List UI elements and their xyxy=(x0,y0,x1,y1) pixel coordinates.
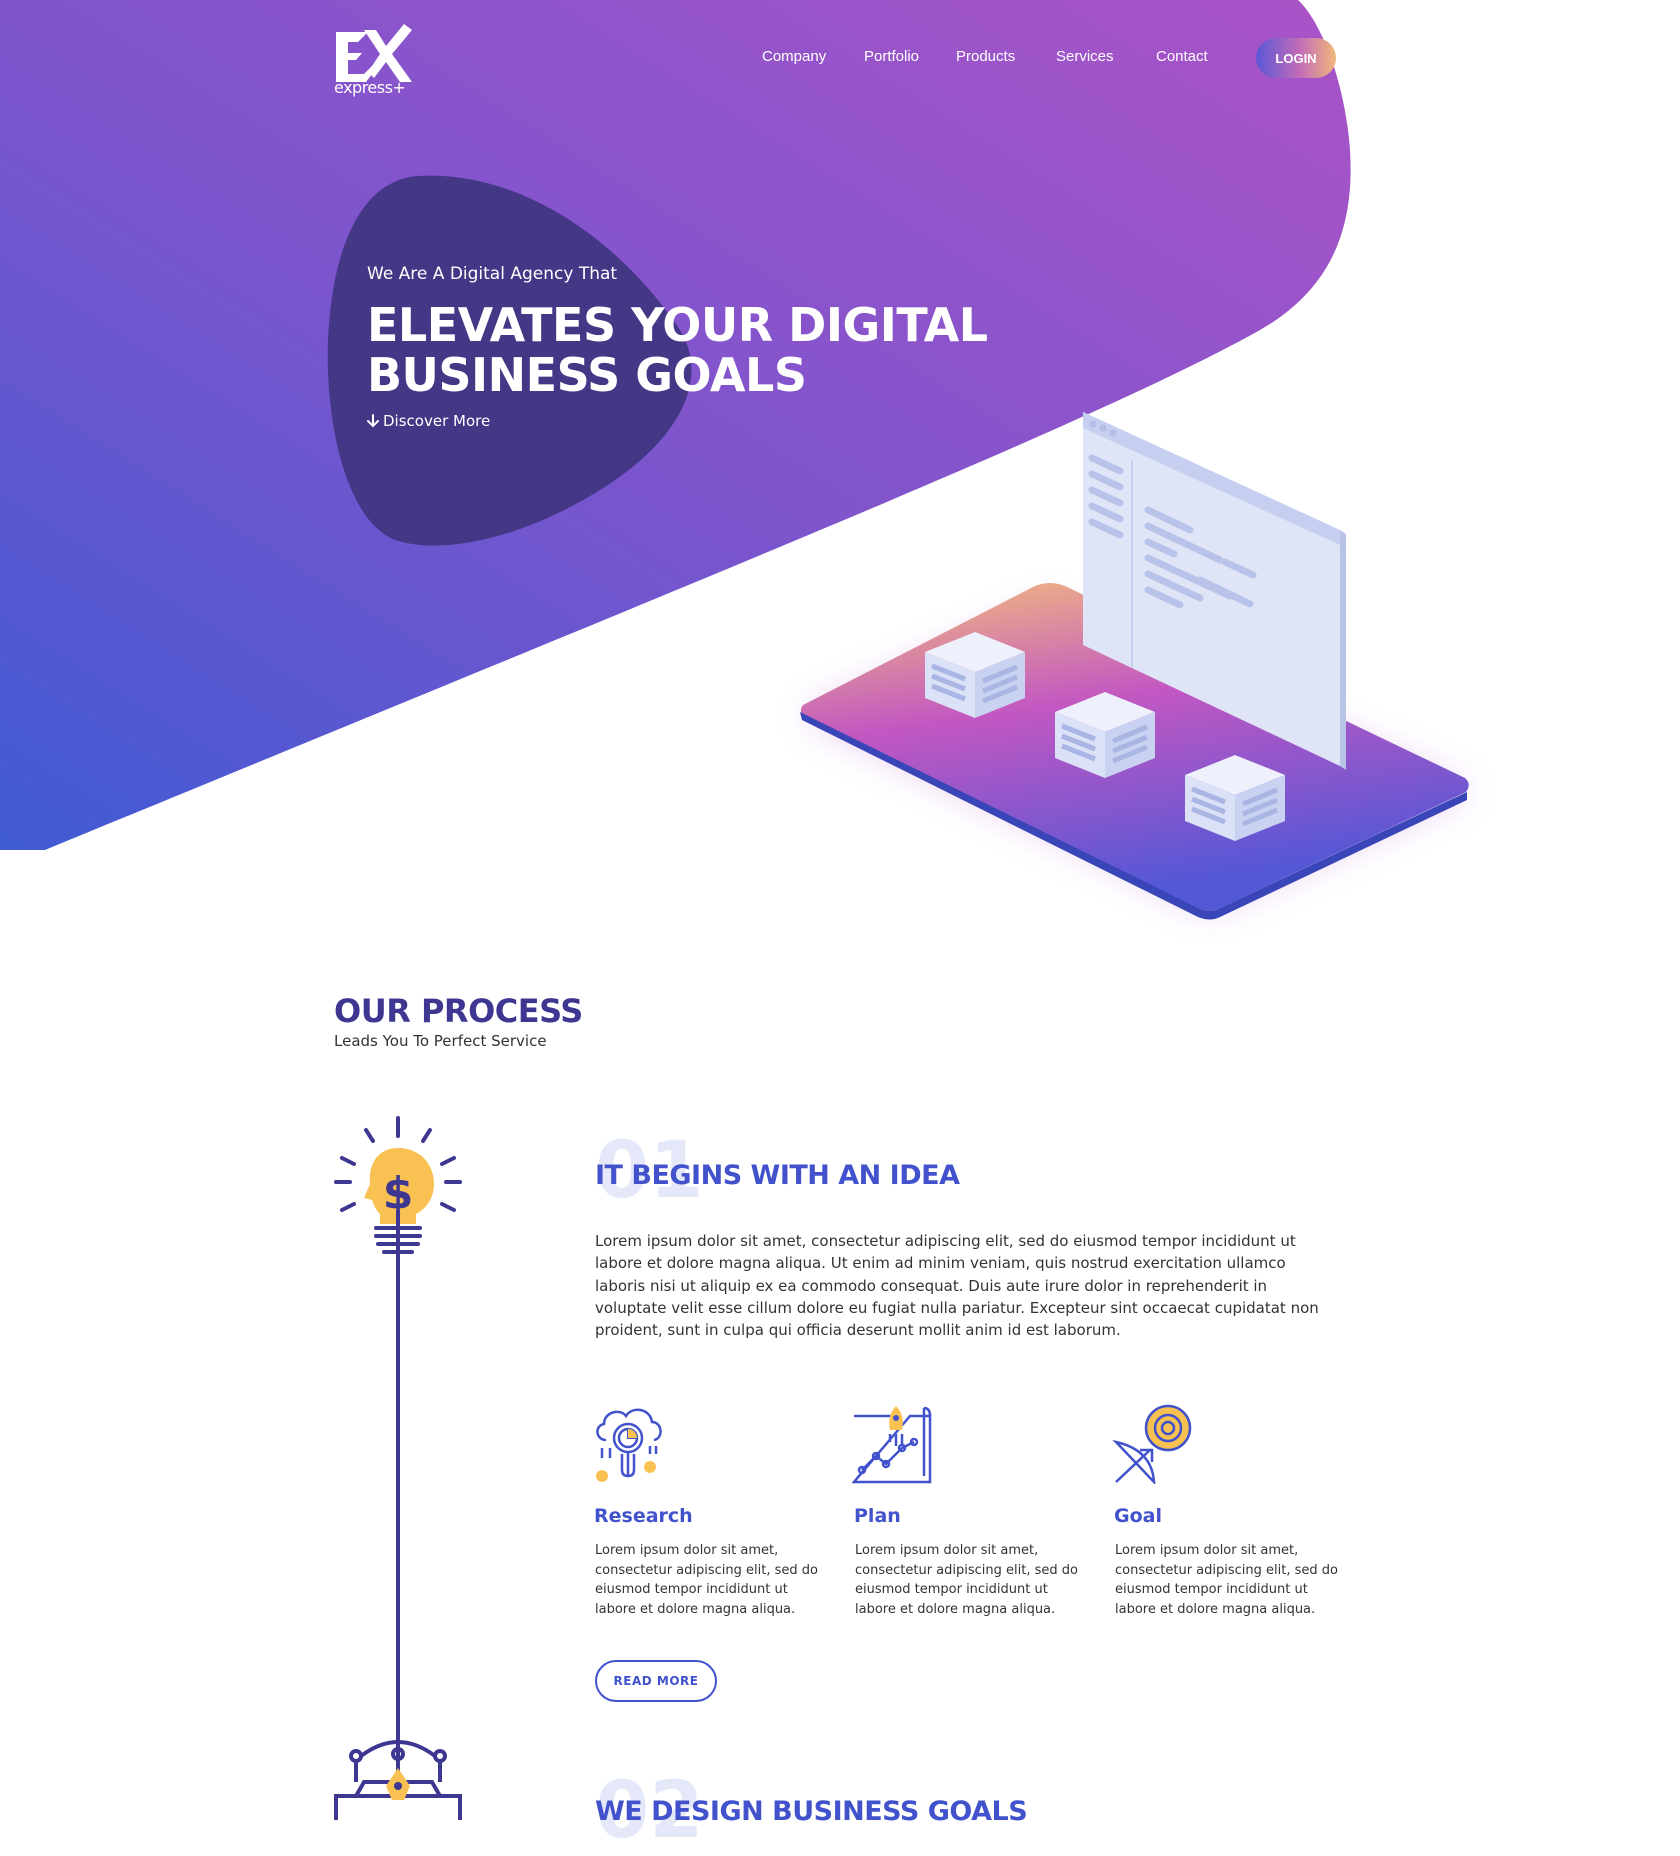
feature-goal-text: Lorem ipsum dolor sit amet, consectetur … xyxy=(1115,1543,1338,1617)
hero-title: ELEVATES YOUR DIGITAL BUSINESS GOALS xyxy=(367,300,1067,400)
process-timeline: $ xyxy=(334,1116,462,1820)
nav-contact[interactable]: Contact xyxy=(1156,48,1208,65)
plan-icon xyxy=(852,1406,932,1484)
hero-title-line1: ELEVATES YOUR DIGITAL xyxy=(367,298,988,352)
process-title: OUR PROCESS xyxy=(334,992,583,1030)
read-more-button[interactable]: READ MORE xyxy=(595,1660,717,1702)
arrow-down-icon xyxy=(367,414,379,428)
step-2-title: WE DESIGN BUSINESS GOALS xyxy=(595,1796,1028,1827)
feature-research-text: Lorem ipsum dolor sit amet, consectetur … xyxy=(595,1543,818,1617)
step-1-title: IT BEGINS WITH AN IDEA xyxy=(595,1160,960,1191)
nav-products[interactable]: Products xyxy=(956,48,1015,65)
hero-illustration xyxy=(800,412,1470,920)
discover-more-label: Discover More xyxy=(383,412,491,430)
feature-goal-title: Goal xyxy=(1114,1505,1162,1527)
hero-subtitle: We Are A Digital Agency That xyxy=(367,264,618,284)
discover-more-link[interactable]: Discover More xyxy=(367,412,490,430)
login-button[interactable]: LOGIN xyxy=(1256,38,1336,78)
nav-company[interactable]: Company xyxy=(762,48,826,65)
feature-plan-title: Plan xyxy=(854,1505,901,1527)
nav-services[interactable]: Services xyxy=(1056,48,1114,65)
logo-text: express+ xyxy=(334,78,406,97)
feature-plan-text: Lorem ipsum dolor sit amet, consectetur … xyxy=(855,1543,1078,1617)
research-icon xyxy=(596,1408,662,1482)
step-1-description: Lorem ipsum dolor sit amet, consectetur … xyxy=(595,1232,1319,1340)
process-subtitle: Leads You To Perfect Service xyxy=(334,1032,547,1050)
nav-portfolio[interactable]: Portfolio xyxy=(864,48,919,65)
feature-research-title: Research xyxy=(594,1505,693,1527)
hero-title-line2: BUSINESS GOALS xyxy=(367,348,807,402)
goal-icon xyxy=(1112,1404,1192,1484)
